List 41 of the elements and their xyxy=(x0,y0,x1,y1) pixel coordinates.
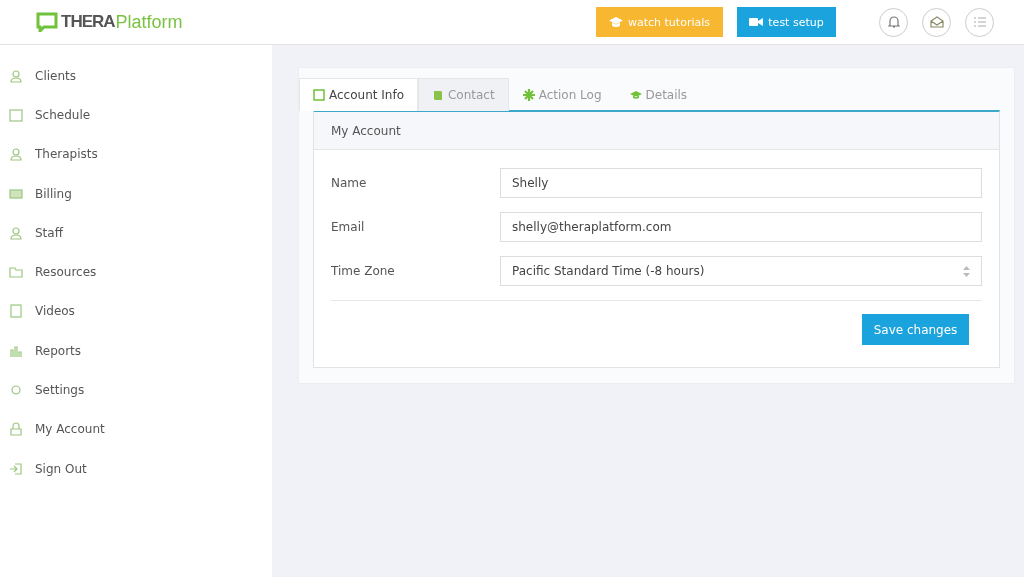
bar-chart-icon xyxy=(9,343,23,358)
panel-title: My Account xyxy=(314,112,999,150)
tab[interactable]: Account Info xyxy=(299,78,418,111)
notifications-button[interactable] xyxy=(879,7,908,37)
graduation-cap-icon xyxy=(629,89,642,101)
folder-icon xyxy=(9,265,23,280)
person-icon xyxy=(9,147,23,162)
sidebar-item[interactable]: Staff xyxy=(0,213,272,253)
sidebar-item[interactable]: Therapists xyxy=(0,134,272,174)
sidebar-item[interactable]: Videos xyxy=(0,291,272,332)
bell-icon xyxy=(887,15,900,29)
list-icon xyxy=(973,17,986,27)
field-label: Time Zone xyxy=(331,264,396,278)
time-zone-select[interactable]: Pacific Standard Time (-8 hours) xyxy=(500,256,982,286)
card-icon xyxy=(9,186,23,201)
sidebar-item[interactable]: Settings xyxy=(0,370,272,410)
graduation-cap-icon xyxy=(609,16,623,28)
list-button[interactable] xyxy=(965,7,994,37)
sign-out-icon xyxy=(9,461,23,476)
person-icon xyxy=(9,68,23,83)
input-field[interactable]: shelly@theraplatform.com xyxy=(500,212,982,242)
sidebar-item[interactable]: Billing xyxy=(0,173,272,214)
video-camera-icon xyxy=(749,17,764,27)
input-field[interactable]: Shelly xyxy=(500,168,982,198)
sidebar-item[interactable]: My Account xyxy=(0,409,272,449)
mail-button[interactable] xyxy=(922,7,951,37)
logo-text: Platform xyxy=(115,11,183,33)
logo-icon xyxy=(36,12,58,32)
envelope-icon xyxy=(929,16,944,28)
sidebar-item[interactable]: Resources xyxy=(0,252,272,292)
sidebar-item[interactable]: Reports xyxy=(0,331,272,371)
sort-arrows-icon xyxy=(963,265,970,277)
asterisk-icon xyxy=(522,89,535,101)
sidebar-item[interactable]: Clients xyxy=(0,56,272,96)
logo-text: THERA xyxy=(61,12,115,32)
person-icon xyxy=(9,225,23,240)
field-label: Name xyxy=(331,176,368,190)
lock-icon xyxy=(9,422,23,437)
field-label: Email xyxy=(331,220,366,234)
sidebar-item[interactable]: Schedule xyxy=(0,95,272,135)
sidebar-item[interactable]: Sign Out xyxy=(0,448,272,489)
